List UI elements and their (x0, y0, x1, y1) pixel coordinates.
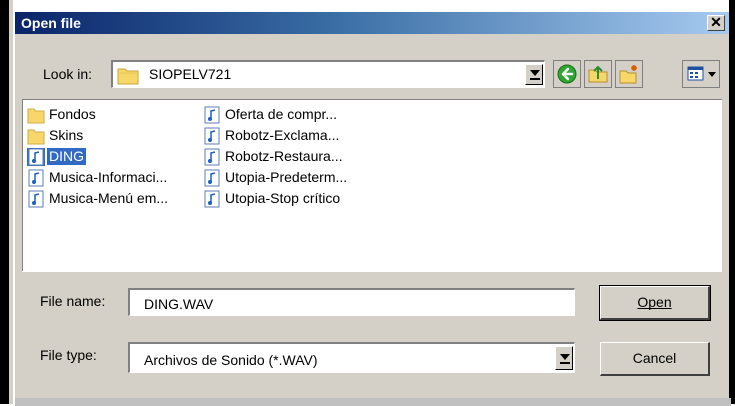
title-bar[interactable]: Open file ✕ (15, 12, 729, 34)
open-button[interactable]: Open (599, 285, 711, 321)
file-name-label: File name: (40, 293, 106, 309)
file-type-dropdown[interactable]: Archivos de Sonido (*.WAV) (128, 342, 575, 373)
folder-icon (117, 65, 139, 89)
file-name-label: DING (47, 148, 86, 165)
back-icon (557, 64, 577, 84)
file-type-label: File type: (40, 347, 97, 363)
window-edge-right (729, 0, 735, 404)
file-list[interactable]: Fondos Skins DING Musica-Informaci... Mu… (22, 99, 722, 271)
audio-file-icon (27, 169, 45, 187)
back-button[interactable] (553, 60, 581, 88)
file-name-label: Utopia-Predeterm... (225, 169, 348, 185)
audio-file-icon (203, 190, 221, 208)
status-strip (15, 398, 731, 406)
close-button[interactable]: ✕ (707, 15, 725, 31)
audio-file-icon (203, 169, 221, 187)
file-name-label: Robotz-Restaura... (225, 148, 343, 164)
divider (22, 271, 722, 272)
file-name-value: DING.WAV (144, 296, 214, 312)
audio-file-icon (27, 190, 45, 208)
window-edge-left (0, 0, 9, 404)
look-in-dropdown[interactable]: SIOPELV721 (111, 60, 545, 88)
look-in-value: SIOPELV721 (149, 66, 232, 82)
file-name-label: Utopia-Stop crítico (225, 190, 341, 206)
look-in-dropdown-button[interactable] (525, 64, 543, 85)
up-folder-icon (588, 65, 608, 83)
file-name-label: Robotz-Exclama... (225, 127, 340, 143)
file-type-dropdown-button[interactable] (555, 346, 573, 370)
chevron-down-icon (530, 70, 540, 76)
audio-file-icon (203, 127, 221, 145)
file-name-input[interactable]: DING.WAV (128, 288, 575, 316)
file-name-label: Skins (49, 127, 84, 143)
audio-file-icon (203, 106, 221, 124)
file-name-label: Musica-Informaci... (49, 169, 168, 185)
audio-file-icon (203, 148, 221, 166)
file-name-label: Oferta de compr... (225, 106, 338, 122)
cancel-button-label: Cancel (632, 350, 677, 366)
new-folder-button[interactable] (615, 60, 643, 88)
close-icon: ✕ (710, 14, 722, 30)
folder-icon (27, 106, 45, 124)
new-folder-icon (619, 65, 637, 84)
folder-icon (27, 127, 45, 145)
chevron-down-icon (708, 72, 716, 77)
file-type-value: Archivos de Sonido (*.WAV) (144, 352, 318, 368)
view-menu-icon (687, 66, 704, 81)
up-folder-button[interactable] (584, 60, 612, 88)
file-name-label: Musica-Menú em... (49, 190, 169, 206)
window-title: Open file (21, 15, 81, 31)
cancel-button[interactable]: Cancel (600, 342, 710, 376)
chevron-down-icon (560, 354, 570, 360)
open-button-label: Open (637, 294, 672, 310)
open-file-dialog: Open file ✕ Look in: SIOPELV721 Fondos S… (13, 10, 731, 406)
file-name-label: Fondos (49, 106, 96, 122)
view-menu-button[interactable] (682, 60, 720, 88)
look-in-label: Look in: (43, 66, 93, 82)
audio-file-icon (27, 148, 45, 166)
